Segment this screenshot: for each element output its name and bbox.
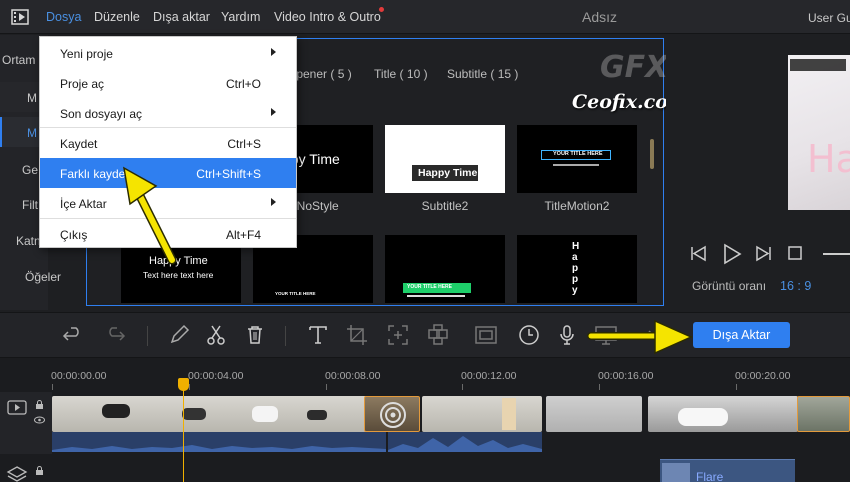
- undo-icon[interactable]: [62, 324, 84, 346]
- ruler-label: 00:00:04.00: [188, 370, 244, 382]
- submenu-arrow-icon: [271, 108, 276, 116]
- template-thumbnail[interactable]: Happy Time: [385, 125, 505, 193]
- export-button[interactable]: Dışa Aktar: [693, 322, 790, 348]
- visibility-eye-icon[interactable]: [34, 416, 45, 424]
- lock-icon[interactable]: [35, 466, 44, 476]
- video-clip[interactable]: [546, 396, 642, 432]
- speed-clock-icon[interactable]: [518, 324, 540, 346]
- play-icon[interactable]: [722, 243, 742, 265]
- ruler-label: 00:00:20.00: [735, 370, 791, 382]
- menu-item-save[interactable]: Kaydet Ctrl+S: [40, 128, 296, 158]
- tab-title[interactable]: Title ( 10 ): [374, 67, 428, 81]
- ruler-tick: [189, 384, 190, 390]
- mosaic-icon[interactable]: [427, 324, 449, 346]
- fit-frame-icon[interactable]: [387, 324, 409, 346]
- waveform-graphic: [52, 445, 386, 452]
- volume-slider[interactable]: [823, 253, 850, 255]
- menu-item-recent-files[interactable]: Son dosyayı aç: [40, 98, 296, 128]
- thumbnail-text: Happy Time: [418, 167, 478, 179]
- crop-icon[interactable]: [346, 324, 368, 346]
- edit-pencil-icon[interactable]: [168, 324, 190, 346]
- ruler-tick: [52, 384, 53, 390]
- ruler-label: 00:00:08.00: [325, 370, 381, 382]
- menu-yardim[interactable]: Yardım: [221, 10, 260, 24]
- preview-text: Ha: [807, 137, 850, 181]
- menu-item-open-project[interactable]: Proje aç Ctrl+O: [40, 68, 296, 98]
- thumbnail-text: YOUR TITLE HERE: [553, 151, 603, 157]
- next-frame-icon[interactable]: [754, 244, 774, 264]
- playhead-line: [183, 384, 184, 482]
- tab-subtitle[interactable]: Subtitle ( 15 ): [447, 67, 518, 81]
- menu-bar: Dosya Düzenle Dışa aktar Yardım Video In…: [0, 0, 850, 34]
- template-thumbnail[interactable]: YOUR TITLE HERE: [517, 125, 637, 193]
- prev-frame-icon[interactable]: [689, 244, 709, 264]
- waveform-graphic: [388, 436, 542, 452]
- transition-thumbnail: [380, 402, 406, 428]
- ruler-label: 00:00:12.00: [461, 370, 517, 382]
- effect-clip-label: Flare: [696, 470, 724, 482]
- video-clip-selected[interactable]: [364, 396, 420, 432]
- ruler-label: 00:00:00.00: [51, 370, 107, 382]
- thumbnail-text: YOUR TITLE HERE: [407, 284, 453, 290]
- aspect-ratio-label: Görüntü oranı: [692, 279, 767, 293]
- text-tool-icon[interactable]: [307, 324, 329, 346]
- stop-icon[interactable]: [787, 245, 803, 261]
- toolbar-divider: [147, 326, 148, 346]
- sidebar-item-ogeler[interactable]: Öğeler: [25, 270, 73, 284]
- scissors-icon[interactable]: [205, 324, 227, 346]
- ruler-tick: [599, 384, 600, 390]
- annotation-arrow-save-as: [123, 166, 177, 265]
- menu-video-intro-outro[interactable]: Video Intro & Outro: [274, 10, 381, 24]
- ruler-tick: [462, 384, 463, 390]
- sidebar-active-indicator: [0, 117, 2, 147]
- template-thumbnail[interactable]: Happy: [517, 235, 637, 303]
- menu-disa-aktar[interactable]: Dışa aktar: [153, 10, 210, 24]
- pip-icon[interactable]: [475, 324, 497, 346]
- lock-icon[interactable]: [35, 400, 44, 410]
- media-scrollbar[interactable]: [650, 139, 654, 169]
- thumbnail-subtext: Text here text here: [143, 270, 214, 280]
- video-track-icon: [7, 400, 27, 415]
- audio-waveform[interactable]: [52, 432, 386, 452]
- ruler-tick: [326, 384, 327, 390]
- video-clip[interactable]: [648, 396, 798, 432]
- video-track-header: [0, 392, 52, 454]
- template-thumbnail[interactable]: YOUR TITLE HERE: [385, 235, 505, 303]
- thumbnail-label: TitleMotion2: [544, 199, 610, 213]
- ruler-tick: [736, 384, 737, 390]
- submenu-arrow-icon: [271, 48, 276, 56]
- app-logo-icon: [11, 9, 29, 25]
- window-title: Adsız: [582, 9, 618, 25]
- video-track: [52, 396, 850, 454]
- redo-icon[interactable]: [104, 324, 126, 346]
- video-clip[interactable]: [52, 396, 386, 432]
- layers-icon: [6, 466, 28, 482]
- menu-duzenle[interactable]: Düzenle: [94, 10, 140, 24]
- submenu-arrow-icon: [271, 198, 276, 206]
- microphone-icon[interactable]: [556, 324, 578, 346]
- menu-dosya[interactable]: Dosya: [46, 10, 81, 24]
- aspect-ratio-value[interactable]: 16 : 9: [780, 279, 811, 293]
- preview-canvas: Ha: [788, 55, 850, 210]
- ruler-label: 00:00:16.00: [598, 370, 654, 382]
- thumbnail-text: YOUR TITLE HERE: [275, 291, 316, 296]
- menu-item-new-project[interactable]: Yeni proje: [40, 38, 296, 68]
- effect-thumbnail: [662, 463, 690, 482]
- video-clip[interactable]: [422, 396, 542, 432]
- delete-trash-icon[interactable]: [244, 324, 266, 346]
- video-clip-selected[interactable]: [797, 396, 850, 432]
- effect-clip[interactable]: Flare: [660, 459, 795, 482]
- notification-dot: [379, 7, 384, 12]
- thumbnail-text: Happy: [572, 241, 580, 296]
- annotation-arrow-export: [587, 319, 693, 355]
- audio-waveform[interactable]: [388, 432, 542, 452]
- user-account[interactable]: User Gu: [808, 11, 850, 25]
- toolbar-divider: [285, 326, 286, 346]
- watermark-logo: GFX: [600, 50, 669, 85]
- thumbnail-label: Subtitle2: [421, 199, 469, 213]
